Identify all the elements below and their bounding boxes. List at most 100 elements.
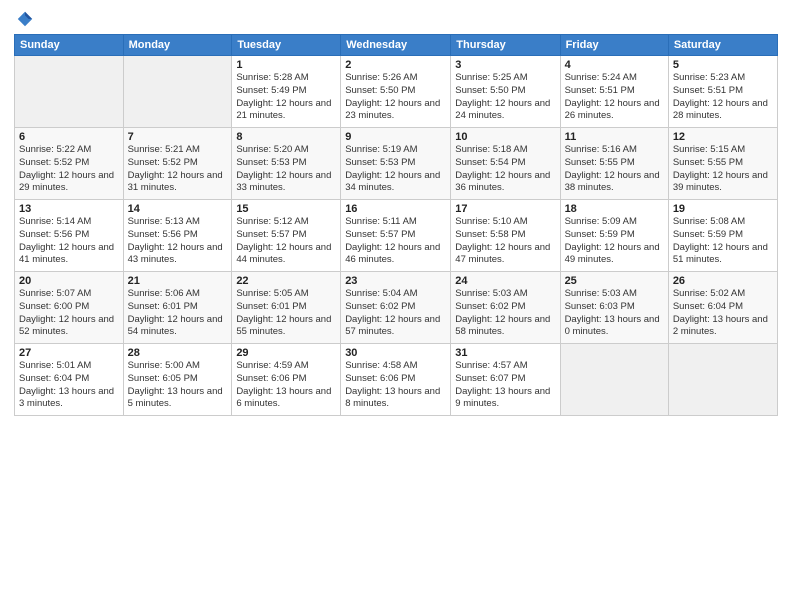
day-number: 17 <box>455 203 555 215</box>
logo <box>14 10 34 28</box>
logo-icon <box>16 10 34 28</box>
day-detail: Sunrise: 5:00 AMSunset: 6:05 PMDaylight:… <box>128 360 223 409</box>
calendar-day-cell: 26 Sunrise: 5:02 AMSunset: 6:04 PMDaylig… <box>668 272 777 344</box>
calendar-week-row: 6 Sunrise: 5:22 AMSunset: 5:52 PMDayligh… <box>15 128 778 200</box>
calendar-day-cell: 12 Sunrise: 5:15 AMSunset: 5:55 PMDaylig… <box>668 128 777 200</box>
calendar-day-cell: 28 Sunrise: 5:00 AMSunset: 6:05 PMDaylig… <box>123 344 232 416</box>
calendar-day-cell: 9 Sunrise: 5:19 AMSunset: 5:53 PMDayligh… <box>341 128 451 200</box>
day-number: 23 <box>345 275 446 287</box>
calendar-day-cell <box>123 56 232 128</box>
day-number: 13 <box>19 203 119 215</box>
day-detail: Sunrise: 5:03 AMSunset: 6:02 PMDaylight:… <box>455 288 550 337</box>
day-detail: Sunrise: 5:10 AMSunset: 5:58 PMDaylight:… <box>455 216 550 265</box>
day-number: 19 <box>673 203 773 215</box>
day-detail: Sunrise: 5:25 AMSunset: 5:50 PMDaylight:… <box>455 72 550 121</box>
day-detail: Sunrise: 5:21 AMSunset: 5:52 PMDaylight:… <box>128 144 223 193</box>
day-detail: Sunrise: 5:01 AMSunset: 6:04 PMDaylight:… <box>19 360 114 409</box>
day-number: 3 <box>455 59 555 71</box>
day-detail: Sunrise: 5:15 AMSunset: 5:55 PMDaylight:… <box>673 144 768 193</box>
calendar-day-cell: 20 Sunrise: 5:07 AMSunset: 6:00 PMDaylig… <box>15 272 124 344</box>
day-number: 31 <box>455 347 555 359</box>
day-detail: Sunrise: 5:19 AMSunset: 5:53 PMDaylight:… <box>345 144 440 193</box>
day-detail: Sunrise: 4:59 AMSunset: 6:06 PMDaylight:… <box>236 360 331 409</box>
calendar-day-cell: 11 Sunrise: 5:16 AMSunset: 5:55 PMDaylig… <box>560 128 668 200</box>
day-detail: Sunrise: 5:22 AMSunset: 5:52 PMDaylight:… <box>19 144 114 193</box>
day-detail: Sunrise: 5:06 AMSunset: 6:01 PMDaylight:… <box>128 288 223 337</box>
day-detail: Sunrise: 5:28 AMSunset: 5:49 PMDaylight:… <box>236 72 331 121</box>
weekday-header: Thursday <box>451 35 560 56</box>
calendar-week-row: 27 Sunrise: 5:01 AMSunset: 6:04 PMDaylig… <box>15 344 778 416</box>
day-number: 11 <box>565 131 664 143</box>
day-number: 29 <box>236 347 336 359</box>
calendar-day-cell: 24 Sunrise: 5:03 AMSunset: 6:02 PMDaylig… <box>451 272 560 344</box>
day-detail: Sunrise: 5:23 AMSunset: 5:51 PMDaylight:… <box>673 72 768 121</box>
weekday-header: Tuesday <box>232 35 341 56</box>
calendar-day-cell: 13 Sunrise: 5:14 AMSunset: 5:56 PMDaylig… <box>15 200 124 272</box>
calendar-table: SundayMondayTuesdayWednesdayThursdayFrid… <box>14 34 778 416</box>
calendar-day-cell: 1 Sunrise: 5:28 AMSunset: 5:49 PMDayligh… <box>232 56 341 128</box>
day-detail: Sunrise: 5:07 AMSunset: 6:00 PMDaylight:… <box>19 288 114 337</box>
day-detail: Sunrise: 5:02 AMSunset: 6:04 PMDaylight:… <box>673 288 768 337</box>
calendar-day-cell: 27 Sunrise: 5:01 AMSunset: 6:04 PMDaylig… <box>15 344 124 416</box>
weekday-header: Sunday <box>15 35 124 56</box>
day-number: 20 <box>19 275 119 287</box>
day-number: 9 <box>345 131 446 143</box>
day-number: 10 <box>455 131 555 143</box>
day-number: 25 <box>565 275 664 287</box>
day-number: 18 <box>565 203 664 215</box>
calendar-day-cell: 31 Sunrise: 4:57 AMSunset: 6:07 PMDaylig… <box>451 344 560 416</box>
day-detail: Sunrise: 5:11 AMSunset: 5:57 PMDaylight:… <box>345 216 440 265</box>
calendar-day-cell: 4 Sunrise: 5:24 AMSunset: 5:51 PMDayligh… <box>560 56 668 128</box>
day-detail: Sunrise: 5:18 AMSunset: 5:54 PMDaylight:… <box>455 144 550 193</box>
calendar-day-cell: 5 Sunrise: 5:23 AMSunset: 5:51 PMDayligh… <box>668 56 777 128</box>
calendar-day-cell <box>560 344 668 416</box>
calendar-day-cell: 15 Sunrise: 5:12 AMSunset: 5:57 PMDaylig… <box>232 200 341 272</box>
calendar-day-cell: 10 Sunrise: 5:18 AMSunset: 5:54 PMDaylig… <box>451 128 560 200</box>
calendar-day-cell: 16 Sunrise: 5:11 AMSunset: 5:57 PMDaylig… <box>341 200 451 272</box>
calendar-day-cell <box>668 344 777 416</box>
day-number: 27 <box>19 347 119 359</box>
day-number: 5 <box>673 59 773 71</box>
calendar-day-cell: 2 Sunrise: 5:26 AMSunset: 5:50 PMDayligh… <box>341 56 451 128</box>
weekday-header: Friday <box>560 35 668 56</box>
day-number: 24 <box>455 275 555 287</box>
day-detail: Sunrise: 5:09 AMSunset: 5:59 PMDaylight:… <box>565 216 660 265</box>
calendar-day-cell: 22 Sunrise: 5:05 AMSunset: 6:01 PMDaylig… <box>232 272 341 344</box>
day-number: 14 <box>128 203 228 215</box>
calendar-day-cell: 23 Sunrise: 5:04 AMSunset: 6:02 PMDaylig… <box>341 272 451 344</box>
day-detail: Sunrise: 5:05 AMSunset: 6:01 PMDaylight:… <box>236 288 331 337</box>
day-detail: Sunrise: 5:13 AMSunset: 5:56 PMDaylight:… <box>128 216 223 265</box>
day-detail: Sunrise: 5:03 AMSunset: 6:03 PMDaylight:… <box>565 288 660 337</box>
day-number: 12 <box>673 131 773 143</box>
day-number: 22 <box>236 275 336 287</box>
day-detail: Sunrise: 5:24 AMSunset: 5:51 PMDaylight:… <box>565 72 660 121</box>
weekday-header: Saturday <box>668 35 777 56</box>
calendar-day-cell: 14 Sunrise: 5:13 AMSunset: 5:56 PMDaylig… <box>123 200 232 272</box>
calendar-day-cell: 3 Sunrise: 5:25 AMSunset: 5:50 PMDayligh… <box>451 56 560 128</box>
day-number: 1 <box>236 59 336 71</box>
day-number: 30 <box>345 347 446 359</box>
day-number: 7 <box>128 131 228 143</box>
calendar-day-cell: 29 Sunrise: 4:59 AMSunset: 6:06 PMDaylig… <box>232 344 341 416</box>
weekday-header: Wednesday <box>341 35 451 56</box>
day-number: 16 <box>345 203 446 215</box>
calendar-day-cell: 18 Sunrise: 5:09 AMSunset: 5:59 PMDaylig… <box>560 200 668 272</box>
calendar-day-cell: 30 Sunrise: 4:58 AMSunset: 6:06 PMDaylig… <box>341 344 451 416</box>
calendar-day-cell: 6 Sunrise: 5:22 AMSunset: 5:52 PMDayligh… <box>15 128 124 200</box>
calendar-day-cell: 21 Sunrise: 5:06 AMSunset: 6:01 PMDaylig… <box>123 272 232 344</box>
calendar-header-row: SundayMondayTuesdayWednesdayThursdayFrid… <box>15 35 778 56</box>
weekday-header: Monday <box>123 35 232 56</box>
day-detail: Sunrise: 5:08 AMSunset: 5:59 PMDaylight:… <box>673 216 768 265</box>
day-number: 28 <box>128 347 228 359</box>
calendar-week-row: 20 Sunrise: 5:07 AMSunset: 6:00 PMDaylig… <box>15 272 778 344</box>
calendar-day-cell: 7 Sunrise: 5:21 AMSunset: 5:52 PMDayligh… <box>123 128 232 200</box>
header <box>14 10 778 28</box>
page: SundayMondayTuesdayWednesdayThursdayFrid… <box>0 0 792 612</box>
calendar-day-cell: 25 Sunrise: 5:03 AMSunset: 6:03 PMDaylig… <box>560 272 668 344</box>
day-detail: Sunrise: 5:12 AMSunset: 5:57 PMDaylight:… <box>236 216 331 265</box>
calendar-day-cell: 19 Sunrise: 5:08 AMSunset: 5:59 PMDaylig… <box>668 200 777 272</box>
day-detail: Sunrise: 5:26 AMSunset: 5:50 PMDaylight:… <box>345 72 440 121</box>
day-number: 15 <box>236 203 336 215</box>
calendar-week-row: 1 Sunrise: 5:28 AMSunset: 5:49 PMDayligh… <box>15 56 778 128</box>
day-number: 21 <box>128 275 228 287</box>
